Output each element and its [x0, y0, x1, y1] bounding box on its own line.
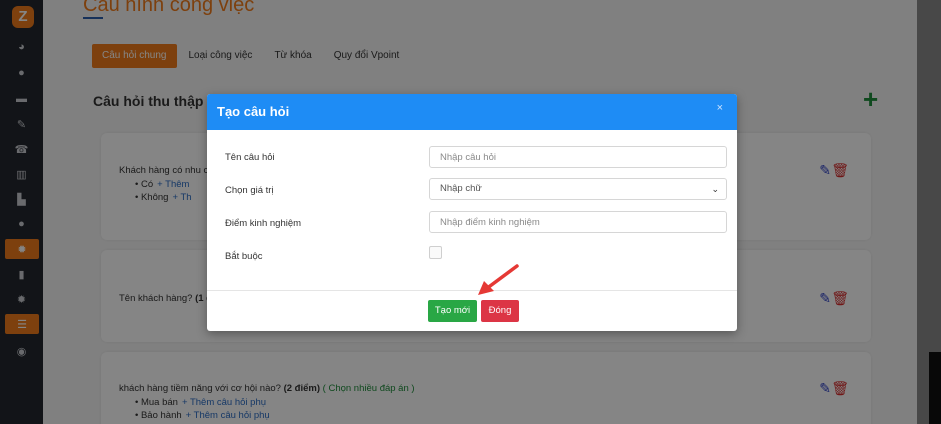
modal-title: Tạo câu hỏi — [217, 104, 290, 119]
close-button[interactable]: Đóng — [481, 300, 519, 322]
value-type-label: Chọn giá trị — [225, 185, 274, 196]
close-icon[interactable]: × — [717, 102, 723, 114]
question-name-input[interactable] — [429, 146, 727, 168]
create-button[interactable]: Tạo mới — [428, 300, 477, 322]
modal-header: Tạo câu hỏi × — [207, 94, 737, 130]
question-name-label: Tên câu hỏi — [225, 152, 275, 163]
annotation-arrow-icon — [478, 264, 519, 295]
chevron-down-icon: ⌄ — [711, 184, 719, 194]
value-type-selected: Nhập chữ — [440, 183, 482, 194]
required-label: Bắt buộc — [225, 251, 263, 262]
required-checkbox[interactable] — [429, 246, 442, 259]
experience-points-input[interactable] — [429, 211, 727, 233]
value-type-select[interactable]: Nhập chữ ⌄ — [429, 178, 727, 200]
experience-points-label: Điểm kinh nghiệm — [225, 218, 302, 229]
